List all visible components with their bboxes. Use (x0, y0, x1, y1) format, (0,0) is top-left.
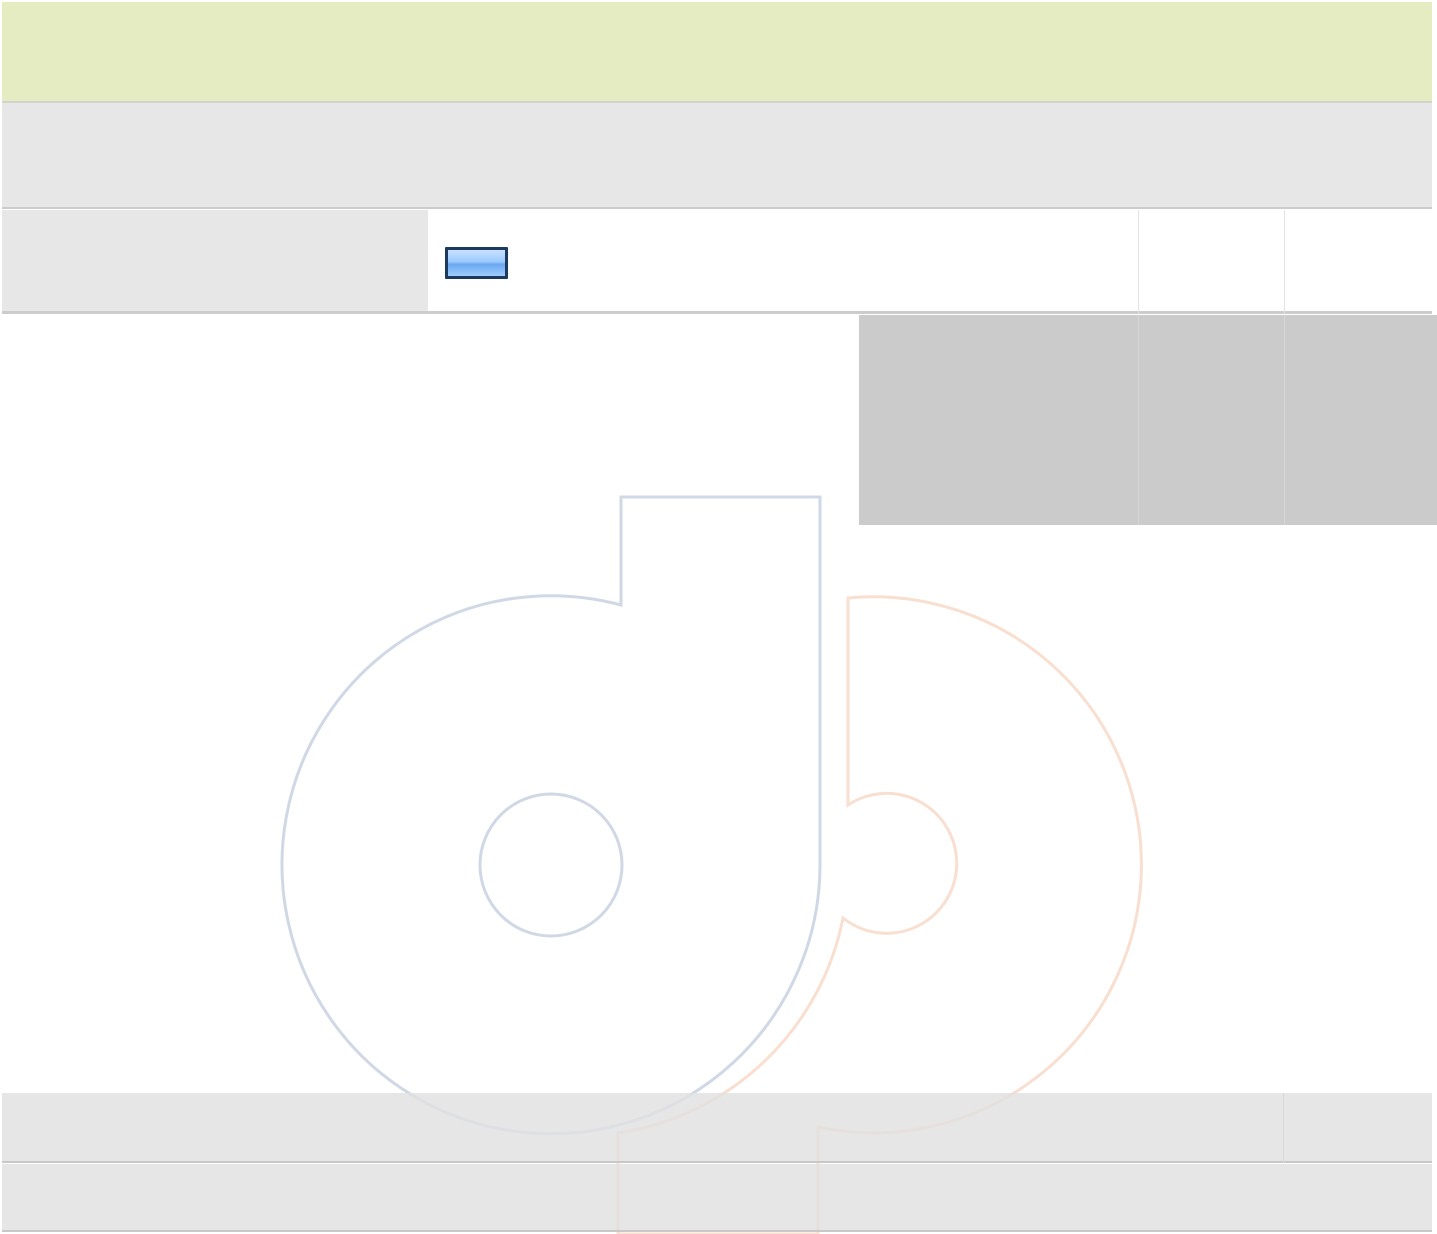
table-row (2, 1093, 1432, 1163)
column-divider (1284, 315, 1285, 525)
color-swatch-button[interactable] (445, 247, 508, 279)
overlay-panel (859, 315, 1437, 525)
column-divider (1283, 1093, 1284, 1163)
column-divider (1138, 315, 1139, 525)
table-row (2, 1164, 1432, 1232)
column-divider (1284, 210, 1285, 314)
header-band (2, 2, 1432, 103)
row-label-cell (2, 210, 428, 314)
table-row (2, 103, 1432, 209)
column-divider (1138, 210, 1139, 314)
row-value-cell (428, 210, 1432, 314)
